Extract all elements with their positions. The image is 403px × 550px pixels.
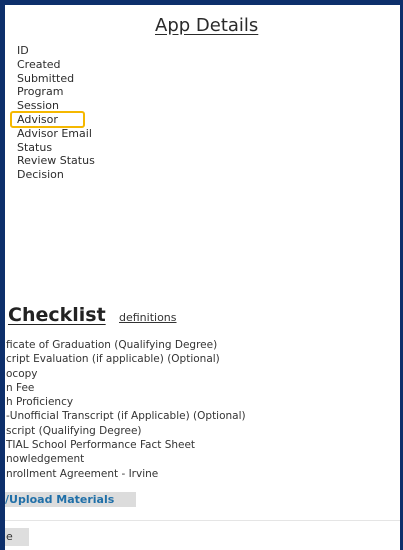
definitions-link[interactable]: definitions (119, 311, 177, 324)
checklist-item: script (Qualifying Degree) (6, 424, 142, 437)
checklist-item: nowledgement (6, 453, 85, 466)
checklist-items: ficate of Graduation (Qualifying Degree)… (6, 338, 246, 481)
checklist-item: TIAL School Performance Fact Sheet (6, 439, 196, 452)
checklist-item: cript Evaluation (if applicable) (Option… (6, 353, 220, 366)
checklist-item: ocopy (6, 367, 38, 380)
field-advisor-email: Advisor Email (17, 126, 92, 140)
section-divider (5, 520, 400, 521)
field-program: Program (17, 85, 64, 99)
app-details-field-list: ID Created Submitted Program Session Adv… (10, 44, 95, 182)
window-top-border (0, 0, 403, 5)
checklist-heading: Checklist (8, 304, 106, 326)
field-review-status: Review Status (17, 154, 95, 168)
app-details-heading: App Details (155, 15, 259, 36)
checklist-item: -Unofficial Transcript (if Applicable) (… (6, 410, 246, 423)
window-left-border (0, 0, 5, 550)
upload-materials-button[interactable]: /Upload Materials (5, 492, 136, 507)
field-submitted: Submitted (17, 71, 75, 85)
field-created: Created (17, 57, 61, 71)
field-advisor: Advisor (10, 110, 95, 128)
field-id: ID (17, 44, 29, 57)
field-status: Status (17, 140, 53, 154)
field-decision: Decision (17, 168, 64, 182)
checklist-item: nrollment Agreement - Irvine (6, 467, 159, 480)
advisor-label: Advisor (17, 112, 58, 126)
advisor-label-wrap: Advisor (10, 110, 85, 128)
footer-button[interactable]: e (5, 528, 29, 546)
checklist-item: ficate of Graduation (Qualifying Degree) (6, 339, 218, 351)
field-session: Session (17, 99, 59, 113)
checklist-item: n Fee (6, 381, 35, 394)
checklist-item: h Proficiency (6, 396, 74, 409)
